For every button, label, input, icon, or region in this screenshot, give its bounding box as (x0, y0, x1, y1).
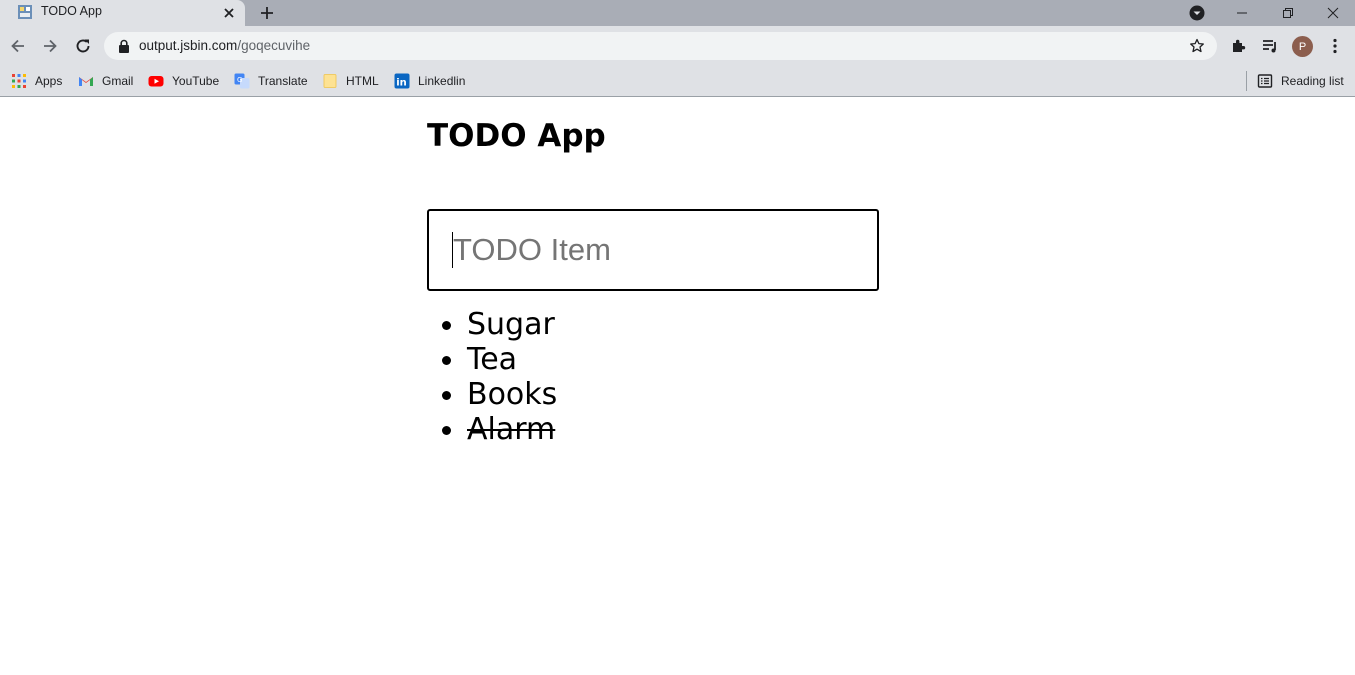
svg-text:G: G (237, 76, 242, 84)
reading-list-label: Reading list (1281, 74, 1344, 88)
bookmarks-bar: Apps Gmail YouTube G Translate HTML in L… (0, 66, 1355, 97)
page-title: TODO App (427, 118, 606, 154)
todo-item-text: Alarm (467, 412, 556, 447)
bookmark-star-icon[interactable] (1189, 38, 1205, 54)
browser-tab[interactable]: TODO App (0, 0, 245, 26)
reload-icon[interactable] (73, 36, 93, 56)
text-caret (452, 232, 453, 268)
translate-icon: G (234, 73, 250, 89)
todo-item-text: Sugar (467, 307, 555, 342)
linkedin-icon: in (394, 73, 410, 89)
reading-list-button[interactable]: Reading list (1257, 71, 1344, 91)
folder-icon (323, 74, 337, 88)
tab-search-icon[interactable] (1189, 5, 1205, 21)
svg-text:in: in (396, 78, 407, 89)
youtube-icon (148, 76, 164, 87)
address-bar[interactable]: output.jsbin.com/goqecuvihe (104, 32, 1217, 60)
todo-item-sugar[interactable]: Sugar (427, 307, 557, 342)
bookmark-label: Linkedlin (418, 74, 466, 88)
minimize-window-icon[interactable] (1219, 0, 1265, 26)
media-controls-icon[interactable] (1260, 36, 1280, 56)
todo-item-books[interactable]: Books (427, 377, 557, 412)
browser-tab-strip: TODO App (0, 0, 1355, 26)
todo-input[interactable] (427, 209, 879, 291)
extensions-puzzle-icon[interactable] (1229, 36, 1249, 56)
bookmarks-divider (1246, 71, 1247, 91)
gmail-icon (79, 77, 93, 86)
bookmark-label: HTML (346, 74, 379, 88)
apps-grid-icon (12, 74, 26, 88)
todo-list: Sugar Tea Books Alarm (427, 307, 557, 447)
browser-toolbar: output.jsbin.com/goqecuvihe P (0, 26, 1355, 66)
jsbin-favicon-icon (18, 5, 32, 19)
restore-window-icon[interactable] (1265, 0, 1311, 26)
bookmark-label: Gmail (102, 74, 134, 88)
tab-title: TODO App (41, 4, 102, 18)
todo-item-tea[interactable]: Tea (427, 342, 557, 377)
bookmark-gmail[interactable]: Gmail (78, 71, 133, 91)
profile-avatar[interactable]: P (1292, 36, 1313, 57)
url-text: output.jsbin.com/goqecuvihe (139, 38, 310, 53)
lock-icon (119, 39, 129, 53)
back-arrow-icon[interactable] (8, 36, 28, 56)
close-window-icon[interactable] (1310, 0, 1355, 26)
bookmark-youtube[interactable]: YouTube (148, 71, 219, 91)
close-tab-icon[interactable] (221, 5, 237, 21)
reading-list-icon (1257, 74, 1273, 88)
bookmark-label: Translate (258, 74, 308, 88)
bookmark-translate[interactable]: G Translate (234, 71, 308, 91)
url-path: /goqecuvihe (237, 38, 311, 53)
bookmark-linkedin[interactable]: in Linkedlin (394, 71, 465, 91)
todo-item-text: Tea (467, 342, 518, 377)
new-tab-icon[interactable] (258, 4, 276, 22)
page-viewport: TODO App Sugar Tea Books Alarm (0, 98, 1355, 675)
bookmark-html[interactable]: HTML (322, 71, 379, 91)
bookmark-apps[interactable]: Apps (11, 71, 62, 91)
more-menu-icon[interactable] (1325, 36, 1345, 56)
bookmark-label: YouTube (172, 74, 220, 88)
todo-item-text: Books (467, 377, 558, 412)
url-host: output.jsbin.com (139, 38, 238, 53)
forward-arrow-icon[interactable] (40, 36, 60, 56)
bookmark-label: Apps (35, 74, 63, 88)
todo-item-alarm[interactable]: Alarm (427, 412, 557, 447)
